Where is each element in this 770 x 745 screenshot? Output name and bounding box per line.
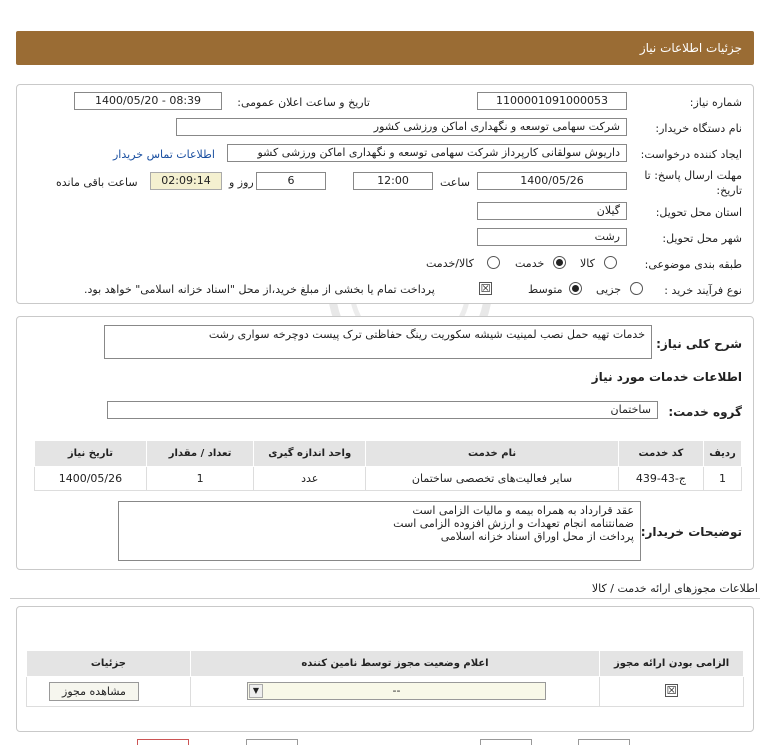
page-header: جزئیات اطلاعات نیاز	[16, 31, 754, 65]
announce-date-field[interactable]: 1400/05/20 - 08:39	[74, 92, 222, 110]
services-table-header: ردیف کد خدمت نام خدمت واحد اندازه گیری ت…	[34, 440, 743, 467]
need-number-label: شماره نیاز:	[689, 96, 742, 109]
col-qty: تعداد / مقدار	[145, 440, 255, 467]
col-code: کد خدمت	[617, 440, 704, 467]
bottom-button-4[interactable]	[578, 739, 630, 745]
process-minor-radio[interactable]	[630, 282, 643, 295]
buyer-contact-link[interactable]: اطلاعات تماس خریدار	[113, 148, 215, 161]
view-permit-button[interactable]: مشاهده مجوز	[49, 682, 139, 701]
requester-label: ایجاد کننده درخواست:	[640, 148, 742, 161]
chevron-down-icon[interactable]: ▼	[249, 684, 263, 698]
table-row[interactable]: 1 ج-43-439 سایر فعالیت‌های تخصصی ساختمان…	[34, 466, 743, 491]
deadline-time-field[interactable]: 12:00	[353, 172, 433, 190]
notes-line-1: عقد قرارداد به همراه بیمه و مالیات الزام…	[412, 504, 634, 517]
permit-required-checkbox: ☒	[665, 684, 678, 697]
requester-field[interactable]: داریوش سولقانی کارپرداز شرکت سهامی توسعه…	[227, 144, 627, 162]
buyer-notes-field[interactable]: عقد قرارداد به همراه بیمه و مالیات الزام…	[118, 501, 641, 561]
deadline-label-date: تاریخ:	[716, 184, 742, 197]
bottom-button-1[interactable]	[137, 739, 189, 745]
need-info-panel	[16, 84, 754, 304]
category-both-radio[interactable]	[487, 256, 500, 269]
province-field[interactable]: گیلان	[477, 202, 627, 220]
cell-unit: عدد	[253, 466, 367, 491]
cell-date: 1400/05/26	[34, 466, 147, 491]
process-medium-radio[interactable]	[569, 282, 582, 295]
cell-row: 1	[702, 466, 743, 491]
buyer-field[interactable]: شرکت سهامی توسعه و نگهداری اماکن ورزشی ک…	[176, 118, 627, 136]
service-group-field[interactable]: ساختمان	[107, 401, 658, 419]
deadline-label: مهلت ارسال پاسخ: تا	[644, 169, 742, 182]
category-goods-radio[interactable]	[604, 256, 617, 269]
col-name: نام خدمت	[365, 440, 619, 467]
category-service-label: خدمت	[515, 257, 545, 270]
permits-title: اطلاعات مجوزهای ارائه خدمت / کالا	[591, 582, 758, 595]
category-both-label: کالا/خدمت	[426, 257, 474, 270]
category-goods-label: کالا	[580, 257, 595, 270]
notes-line-2: ضمانتنامه انجام تعهدات و ارزش افزوده الز…	[393, 517, 634, 530]
col-details: جزئیات	[26, 650, 191, 677]
process-label: نوع فرآیند خرید :	[664, 284, 742, 297]
category-label: طبقه بندی موضوعی:	[644, 258, 742, 271]
service-group-label: گروه خدمت:	[668, 405, 742, 419]
col-date: تاریخ نیاز	[34, 440, 147, 467]
city-label: شهر محل تحویل:	[662, 232, 742, 245]
category-service-radio[interactable]	[553, 256, 566, 269]
col-unit: واحد اندازه گیری	[253, 440, 367, 467]
services-title: اطلاعات خدمات مورد نیاز	[591, 370, 742, 384]
province-label: استان محل تحویل:	[655, 206, 742, 219]
remaining-time-field: 02:09:14	[150, 172, 222, 190]
days-field[interactable]: 6	[256, 172, 326, 190]
page-title: جزئیات اطلاعات نیاز	[639, 41, 742, 55]
days-label: روز و	[229, 176, 254, 189]
permits-table-header: الزامی بودن ارائه مجوز اعلام وضعیت مجوز …	[26, 650, 744, 677]
payment-note: پرداخت تمام یا بخشی از مبلغ خرید،از محل …	[84, 283, 435, 296]
general-desc-label: شرح کلی نیاز:	[656, 337, 742, 351]
cell-qty: 1	[145, 466, 255, 491]
city-field[interactable]: رشت	[477, 228, 627, 246]
buyer-notes-label: توضیحات خریدار:	[640, 525, 742, 539]
general-desc-field[interactable]: خدمات تهیه حمل نصب لمینیت شیشه سکوریت ری…	[104, 325, 652, 359]
need-number-field[interactable]: 1100001091000053	[477, 92, 627, 110]
remaining-label: ساعت باقی مانده	[56, 176, 138, 189]
time-label: ساعت	[440, 176, 470, 189]
permits-divider	[10, 598, 760, 599]
deadline-date-field[interactable]: 1400/05/26	[477, 172, 627, 190]
permit-status-dropdown[interactable]: -- ▼	[247, 682, 546, 700]
notes-line-3: پرداخت از محل اوراق اسناد خزانه اسلامی	[440, 530, 634, 543]
cell-name: سایر فعالیت‌های تخصصی ساختمان	[365, 466, 619, 491]
payment-checkbox[interactable]: ☒	[479, 282, 492, 295]
process-medium-label: متوسط	[528, 283, 563, 296]
permit-status-value: --	[392, 684, 401, 697]
col-status: اعلام وضعیت مجوز توسط نامین کننده	[189, 650, 601, 677]
services-table: ردیف کد خدمت نام خدمت واحد اندازه گیری ت…	[34, 440, 743, 491]
bottom-button-3[interactable]	[480, 739, 532, 745]
cell-code: ج-43-439	[617, 466, 704, 491]
buyer-label: نام دستگاه خریدار:	[655, 122, 742, 135]
col-row: ردیف	[702, 440, 743, 467]
col-required: الزامی بودن ارائه مجوز	[599, 650, 744, 677]
bottom-button-2[interactable]	[246, 739, 298, 745]
announce-label: تاریخ و ساعت اعلان عمومی:	[237, 96, 370, 109]
process-minor-label: جزیی	[596, 283, 622, 296]
